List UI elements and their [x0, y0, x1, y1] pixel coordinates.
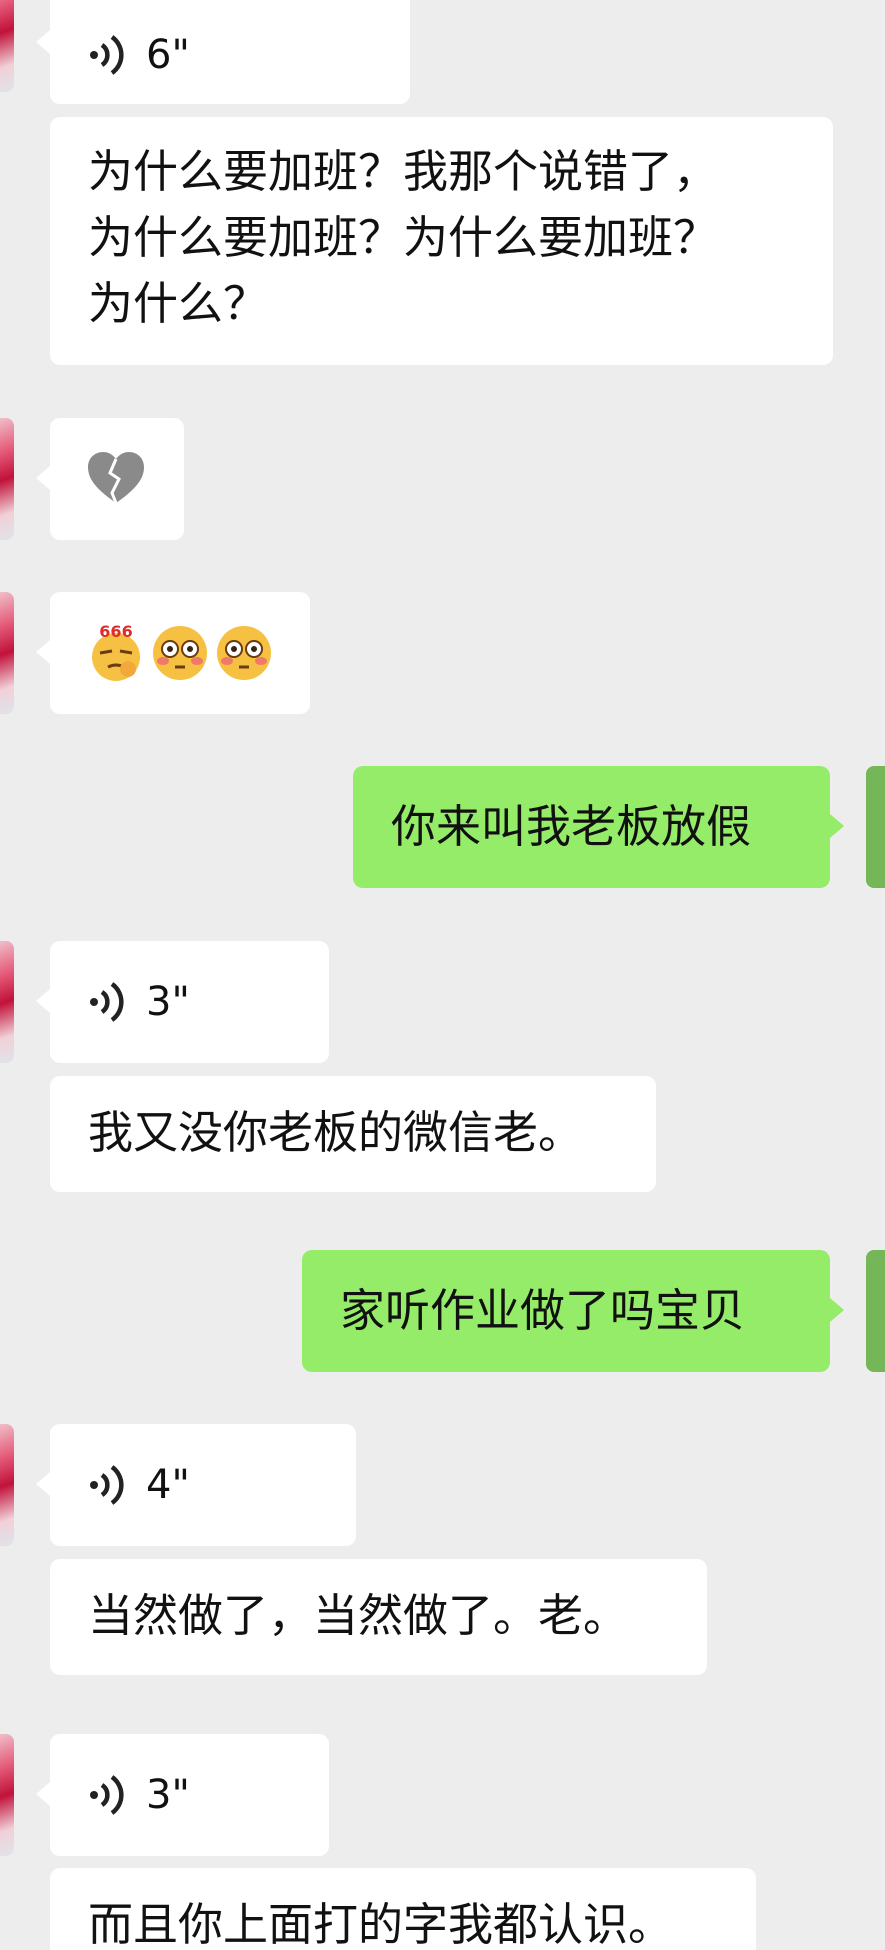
text-message[interactable]: 我又没你老板的微信老。	[50, 1076, 656, 1192]
contact-avatar[interactable]	[0, 592, 14, 714]
flushed-face-icon	[153, 626, 207, 680]
emoji-message[interactable]	[36, 418, 184, 540]
voice-duration: 4"	[146, 1462, 190, 1508]
contact-avatar[interactable]	[0, 1734, 14, 1856]
voice-duration: 6"	[146, 32, 190, 78]
emoji-message[interactable]: 666	[36, 592, 310, 714]
outgoing-text-message[interactable]: 家听作业做了吗宝贝	[302, 1250, 844, 1372]
voice-duration: 3"	[146, 1772, 190, 1818]
voice-wave-icon	[90, 982, 124, 1022]
emoji-label: 666	[99, 623, 132, 641]
my-avatar[interactable]	[866, 766, 885, 888]
666-face-icon: 666	[92, 623, 140, 681]
contact-avatar[interactable]	[0, 418, 14, 540]
contact-avatar[interactable]	[0, 0, 14, 92]
contact-avatar[interactable]	[0, 941, 14, 1063]
voice-message[interactable]: 3"	[36, 1734, 329, 1856]
message-text: 我又没你老板的微信老。	[88, 1106, 584, 1159]
my-avatar[interactable]	[866, 1250, 885, 1372]
contact-avatar[interactable]	[0, 1424, 14, 1546]
broken-heart-icon	[88, 452, 144, 504]
message-text: 而且你上面打的字我都认识。	[88, 1898, 674, 1950]
text-message[interactable]: 为什么要加班？我那个说错了， 为什么要加班？为什么要加班？ 为什么？	[50, 117, 833, 365]
chat-window: 6" 为什么要加班？我那个说错了， 为什么要加班？为什么要加班？ 为什么？ 66…	[0, 0, 885, 1950]
flushed-face-icon	[217, 626, 271, 680]
text-message[interactable]: 而且你上面打的字我都认识。	[50, 1868, 756, 1950]
voice-duration: 3"	[146, 979, 190, 1025]
voice-message[interactable]: 6"	[36, 0, 410, 104]
text-message[interactable]: 当然做了，当然做了。老。	[50, 1559, 707, 1675]
message-text: 为什么要加班？我那个说错了， 为什么要加班？为什么要加班？ 为什么？	[88, 145, 719, 330]
message-text: 家听作业做了吗宝贝	[340, 1284, 746, 1337]
voice-wave-icon	[90, 1775, 124, 1815]
voice-message[interactable]: 4"	[36, 1424, 356, 1546]
voice-wave-icon	[90, 35, 124, 75]
message-text: 当然做了，当然做了。老。	[88, 1589, 629, 1642]
voice-wave-icon	[90, 1465, 124, 1505]
outgoing-text-message[interactable]: 你来叫我老板放假	[353, 766, 844, 888]
message-text: 你来叫我老板放假	[391, 800, 752, 853]
voice-message[interactable]: 3"	[36, 941, 329, 1063]
